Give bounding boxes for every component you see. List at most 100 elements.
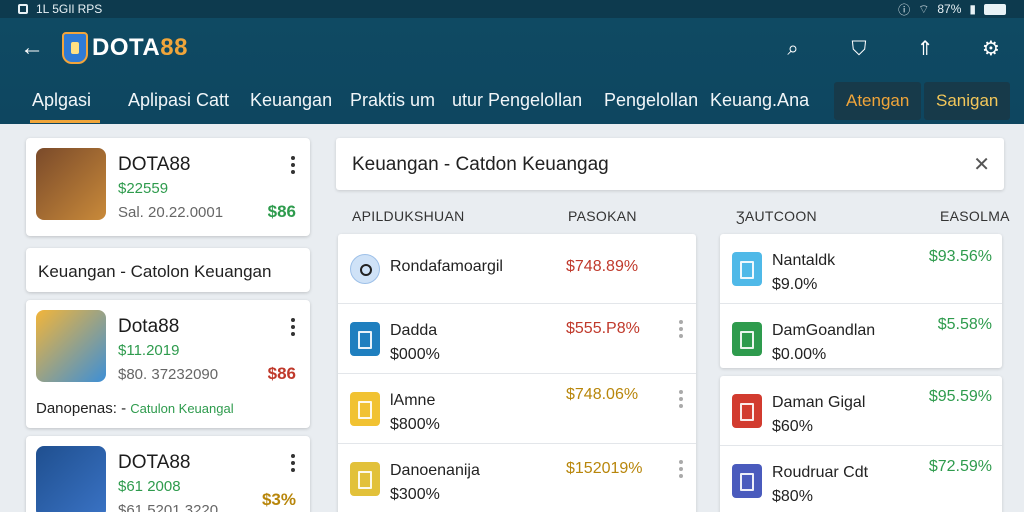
app-amount: $86 (267, 202, 296, 221)
item-amount: $748.89% (566, 258, 639, 275)
search-icon[interactable]: ⌕ (782, 38, 804, 60)
document-icon (732, 464, 762, 498)
signal-icon: ▮ (969, 2, 976, 16)
app-card[interactable]: DOTA88 $61 2008 $61.5201 3220 $3% (26, 436, 310, 512)
app-title: DOTA88 (118, 452, 191, 473)
battery-icon (984, 3, 1006, 15)
list-item[interactable]: Dadda $000% $555.P8% (338, 304, 696, 374)
tab-praktis[interactable]: Praktis um (350, 90, 435, 111)
list-item[interactable]: Roudruar Cdt $80% $72.59% (720, 446, 1002, 512)
timer-icon (350, 254, 380, 284)
more-options-icon[interactable] (290, 156, 296, 178)
item-amount: $95.59% (928, 388, 992, 405)
item-name: lAmne (390, 392, 436, 409)
item-name: Dadda (390, 322, 438, 339)
document-icon (732, 394, 762, 428)
logo-text: DOTA88 (92, 34, 188, 61)
app-price: $61 2008 (118, 478, 181, 495)
clipboard-app-icon (36, 148, 106, 220)
more-options-icon[interactable] (678, 460, 684, 482)
document-icon (350, 322, 380, 356)
tab-pengelollan[interactable]: Pengelollan (604, 90, 698, 111)
transaction-list-right-bottom: Daman Gigal $60% $95.59% Roudruar Cdt $8… (720, 376, 1002, 512)
status-bar: 1L 5GIl RPS ⓘ ⌔ 87% ▮ (0, 0, 1024, 18)
item-name: Rondafamoargil (390, 258, 503, 275)
settings-icon[interactable]: ⚙ (980, 38, 1002, 60)
item-amount: $5.58% (937, 316, 992, 333)
app-header: ← DOTA88 ⌕ ⛉ ⇑ ⚙ Aplgasi Aplipasi Catt K… (0, 18, 1024, 124)
item-amount: $72.59% (928, 458, 992, 475)
close-icon[interactable]: ✕ (973, 152, 990, 177)
more-options-icon[interactable] (290, 454, 296, 476)
app-title: Dota88 (118, 316, 180, 337)
share-icon[interactable]: ⇑ (914, 38, 936, 60)
info-icon: ⓘ (898, 2, 911, 17)
item-sub: $0.00% (772, 346, 827, 363)
app-price: $11.2019 (118, 342, 180, 359)
column-header: APILDUKSHUAN (352, 208, 465, 224)
item-amount: $748.06% (566, 386, 639, 403)
logo-icon (62, 32, 88, 64)
panel-title-bar: Keuangan - Catdon Keuangag ✕ (336, 138, 1004, 190)
tab-aplipasi-catt[interactable]: Aplipasi Catt (128, 90, 229, 111)
more-options-icon[interactable] (678, 320, 684, 342)
column-header: EASOLMA (940, 208, 1010, 224)
battery-percent: 87% (937, 2, 962, 16)
more-options-icon[interactable] (290, 318, 296, 340)
app-card[interactable]: Dota88 $11.2019 $80. 37232090 $86 Danope… (26, 300, 310, 428)
item-name: Roudruar Cdt (772, 464, 869, 481)
item-name: DamGoandlan (772, 322, 876, 339)
bookmark-icon[interactable]: ⛉ (848, 38, 870, 60)
app-subtitle: $61.5201 3220 (118, 502, 219, 512)
app-description: Danopenas: - Catulon Keuangal (36, 400, 234, 417)
tab-button-atengan[interactable]: Atengan (834, 82, 922, 120)
item-name: Danoenanija (390, 462, 480, 479)
accountant-app-icon (36, 310, 106, 382)
document-icon (350, 462, 380, 496)
tab-bar: Aplgasi Aplipasi Catt Keuangan Praktis u… (0, 82, 1024, 124)
active-tab-indicator (30, 120, 100, 123)
tab-keuang-ana[interactable]: Keuang.Ana (710, 90, 809, 111)
more-options-icon[interactable] (678, 390, 684, 412)
item-amount: $152019% (566, 460, 643, 477)
list-item[interactable]: Rondafamoargil $748.89% (338, 234, 696, 304)
list-item[interactable]: DamGoandlan $0.00% $5.58% (720, 304, 1002, 374)
column-header: PASOKAN (568, 208, 637, 224)
list-item[interactable]: Danoenanija $300% $152019% (338, 444, 696, 512)
column-header: ƷAUTCOON (736, 208, 817, 224)
item-amount: $555.P8% (566, 320, 640, 337)
list-item[interactable]: lAmne $800% $748.06% (338, 374, 696, 444)
list-item[interactable]: Nantaldk $9.0% $93.56% (720, 234, 1002, 304)
wifi-icon: ⌔ (918, 1, 930, 16)
status-left-text: 1L 5GIl RPS (36, 2, 103, 16)
document-icon (732, 252, 762, 286)
app-title: DOTA88 (118, 154, 191, 175)
app-amount: $86 (267, 364, 296, 383)
tab-button-sanigan[interactable]: Sanigan (924, 82, 1011, 120)
status-icon (18, 4, 28, 14)
item-sub: $300% (390, 486, 440, 503)
panel-title: Keuangan - Catdon Keuangag (352, 154, 609, 175)
item-sub: $60% (772, 418, 813, 435)
category-label: Keuangan - Catolon Keuangan (26, 248, 310, 292)
list-item[interactable]: Daman Gigal $60% $95.59% (720, 376, 1002, 446)
transaction-list-right-top: Nantaldk $9.0% $93.56% DamGoandlan $0.00… (720, 234, 1002, 368)
app-subtitle: $80. 37232090 (118, 366, 219, 383)
app-price: $22559 (118, 180, 169, 197)
app-subtitle: Sal. 20.22.0001 (118, 204, 224, 221)
tab-keuangan[interactable]: Keuangan (250, 90, 332, 111)
app-card[interactable]: DOTA88 $22559 Sal. 20.22.0001 $86 (26, 138, 310, 236)
tab-utur-pengelollan[interactable]: utur Pengelollan (452, 90, 582, 111)
item-amount: $93.56% (928, 248, 992, 265)
item-sub: $80% (772, 488, 813, 505)
item-sub: $9.0% (772, 276, 818, 293)
document-icon (350, 392, 380, 426)
tab-aplgasi[interactable]: Aplgasi (32, 90, 91, 111)
item-name: Daman Gigal (772, 394, 866, 411)
app-amount: $3% (261, 490, 296, 509)
app-logo: DOTA88 (62, 32, 188, 64)
item-sub: $000% (390, 346, 440, 363)
document-icon (732, 322, 762, 356)
item-sub: $800% (390, 416, 440, 433)
back-arrow-icon[interactable]: ← (20, 36, 44, 60)
